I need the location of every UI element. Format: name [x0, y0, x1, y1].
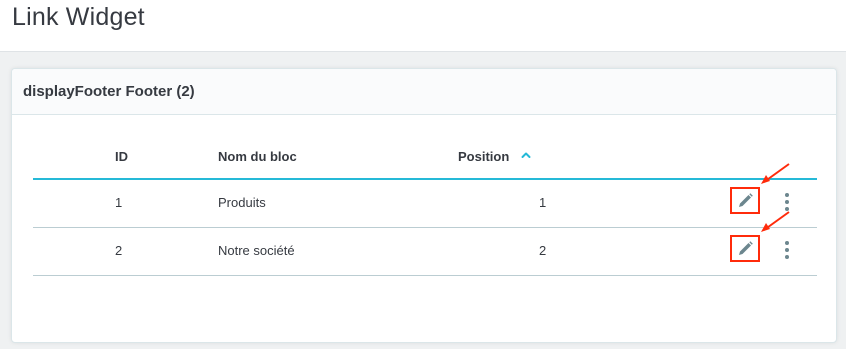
column-header-name[interactable]: Nom du bloc	[218, 149, 297, 164]
annotation-arrow-icon	[761, 211, 790, 232]
edit-button[interactable]	[730, 235, 760, 262]
row-position[interactable]: 1	[539, 195, 546, 210]
chevron-up-icon[interactable]	[521, 151, 531, 159]
table-row: 1 Produits 1	[33, 163, 817, 228]
column-header-id[interactable]: ID	[115, 149, 128, 164]
column-header-position[interactable]: Position	[458, 149, 509, 164]
pencil-icon	[739, 193, 753, 207]
link-block-card: displayFooter Footer (2) ID Nom du bloc …	[11, 68, 837, 343]
more-actions-button[interactable]	[777, 238, 797, 262]
row-name: Notre société	[218, 243, 295, 258]
table-row: 2 Notre société 2	[33, 211, 817, 276]
row-id: 2	[115, 243, 123, 258]
table-header: ID Nom du bloc Position	[33, 137, 817, 180]
link-block-table: ID Nom du bloc Position 1 Produits 1 2 N…	[33, 137, 817, 276]
more-vertical-icon	[785, 241, 789, 259]
card-header: displayFooter Footer (2)	[12, 69, 836, 115]
page-title: Link Widget	[12, 3, 145, 31]
card-title: displayFooter Footer (2)	[23, 83, 195, 100]
row-id: 1	[115, 195, 123, 210]
page-header: Link Widget	[0, 0, 846, 52]
annotation-arrow-icon	[761, 163, 790, 184]
pencil-icon	[739, 241, 753, 255]
row-name: Produits	[218, 195, 266, 210]
edit-button[interactable]	[730, 187, 760, 214]
row-position[interactable]: 2	[539, 243, 546, 258]
